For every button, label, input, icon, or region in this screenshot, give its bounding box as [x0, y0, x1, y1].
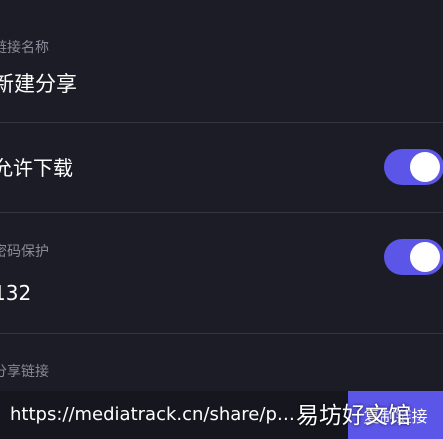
- link-name-input[interactable]: 新建分享: [0, 68, 77, 98]
- toggle-knob: [410, 242, 440, 272]
- divider: [0, 212, 443, 213]
- divider: [0, 122, 443, 123]
- link-name-label: 链接名称: [0, 40, 49, 56]
- allow-download-toggle[interactable]: [384, 149, 443, 185]
- password-protect-toggle[interactable]: [384, 239, 443, 275]
- copy-link-button[interactable]: 复制链接: [348, 391, 443, 439]
- toggle-knob: [410, 152, 440, 182]
- divider: [0, 333, 443, 334]
- password-protect-label: 密码保护: [0, 244, 49, 260]
- share-link-label: 分享链接: [0, 364, 49, 380]
- allow-download-label: 允许下载: [0, 156, 73, 180]
- password-input[interactable]: 132: [0, 281, 31, 305]
- share-link-url[interactable]: https://mediatrack.cn/share/proj...: [10, 404, 295, 425]
